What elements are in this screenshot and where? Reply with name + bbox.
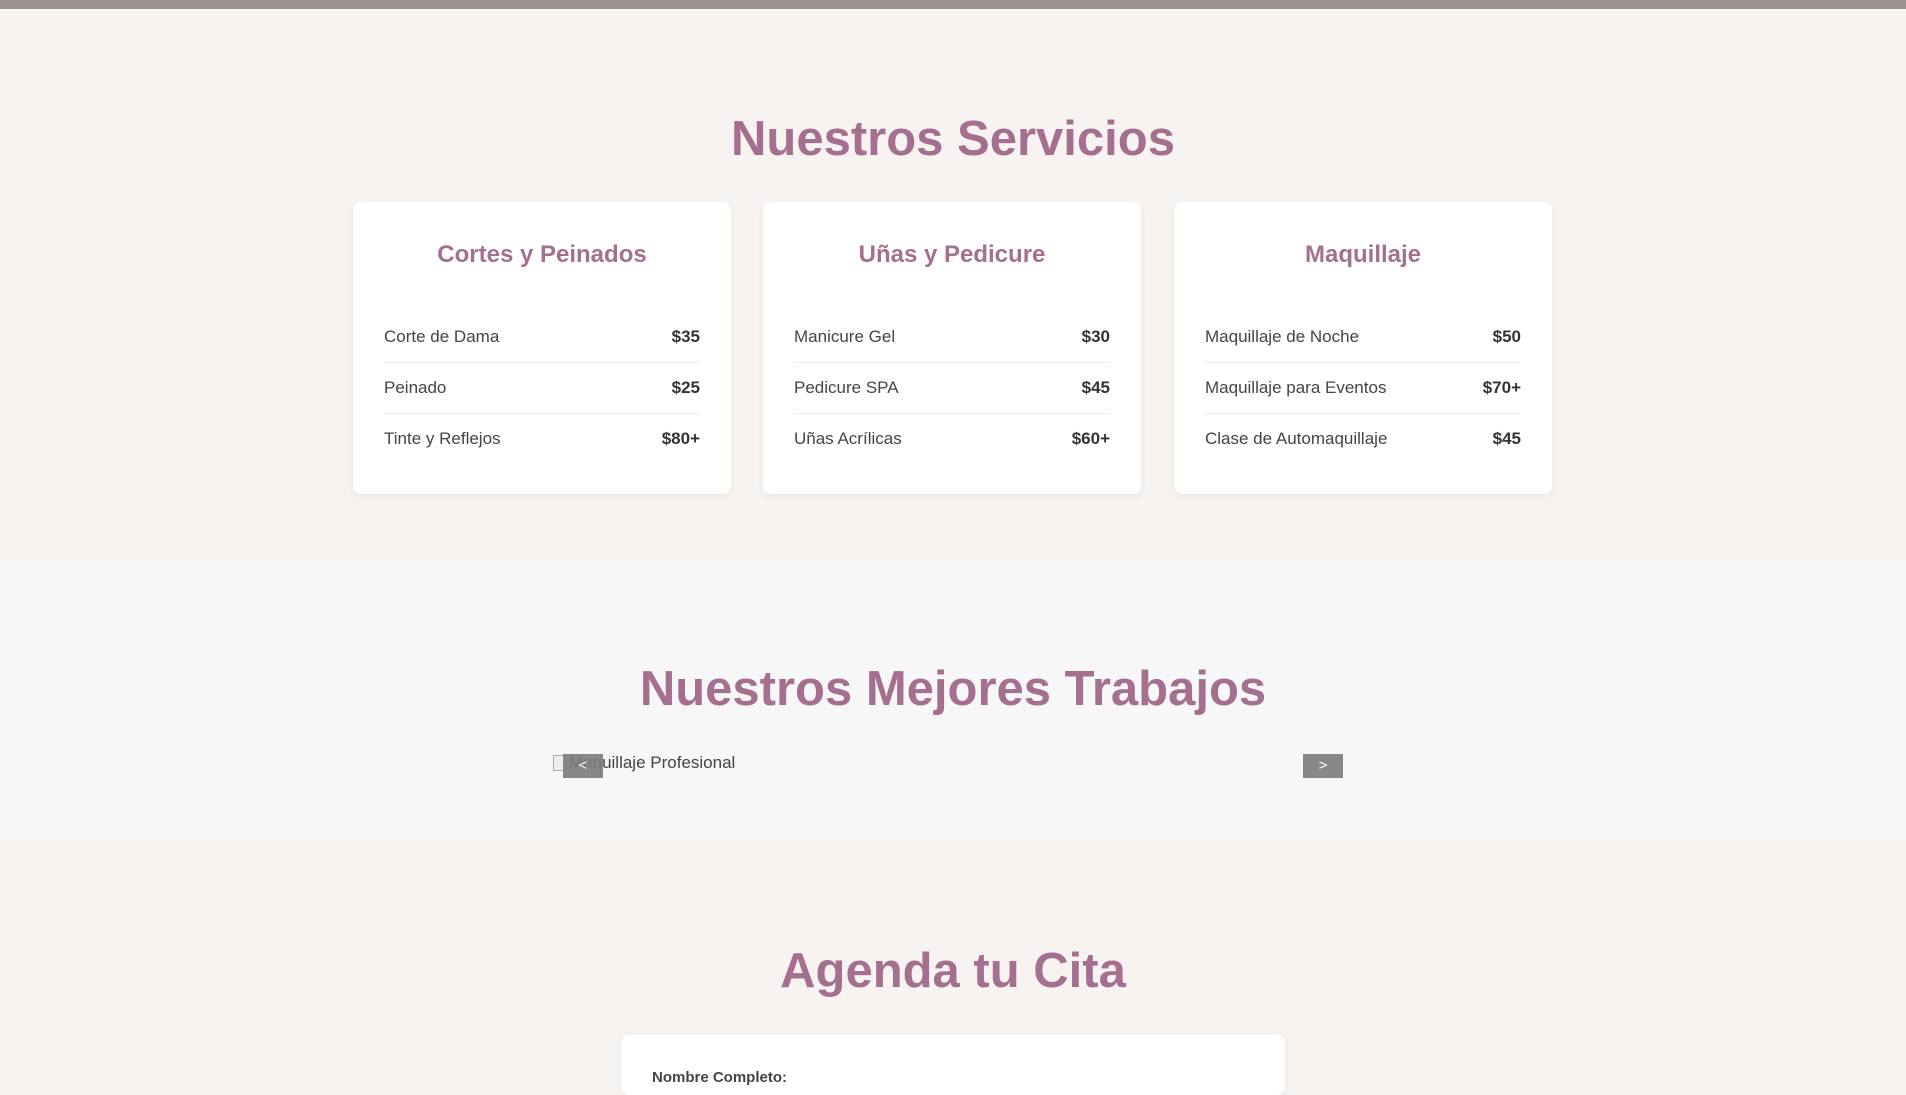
next-slide-button[interactable]: > — [1303, 754, 1343, 778]
service-price: $45 — [1081, 378, 1110, 397]
service-card-makeup: Maquillaje Maquillaje de Noche $50 Maqui… — [1174, 202, 1552, 494]
list-item: Maquillaje para Eventos $70+ — [1205, 363, 1521, 414]
service-name: Peinado — [384, 378, 447, 397]
list-item: Clase de Automaquillaje $45 — [1205, 414, 1521, 464]
list-item: Peinado $25 — [384, 363, 700, 414]
service-card-nails: Uñas y Pedicure Manicure Gel $30 Pedicur… — [763, 202, 1141, 494]
service-name: Clase de Automaquillaje — [1205, 429, 1388, 448]
service-price: $25 — [671, 378, 700, 397]
service-price: $50 — [1492, 327, 1521, 346]
top-header-edge — [0, 0, 1906, 9]
list-item: Uñas Acrílicas $60+ — [794, 414, 1110, 464]
list-item: Pedicure SPA $45 — [794, 363, 1110, 414]
service-card-title: Maquillaje — [1304, 241, 1422, 268]
service-price: $30 — [1081, 327, 1110, 346]
service-name: Manicure Gel — [794, 327, 896, 346]
prev-slide-button[interactable]: < — [563, 754, 603, 778]
service-name: Corte de Dama — [384, 327, 500, 346]
gallery-title: Nuestros Mejores Trabajos — [639, 662, 1267, 716]
list-item: Corte de Dama $35 — [384, 312, 700, 363]
list-item: Maquillaje de Noche $50 — [1205, 312, 1521, 363]
service-price: $80+ — [661, 429, 700, 448]
booking-title: Agenda tu Cita — [780, 944, 1126, 998]
list-item: Manicure Gel $30 — [794, 312, 1110, 363]
service-price: $45 — [1492, 429, 1521, 448]
service-card-hair: Cortes y Peinados Corte de Dama $35 Pein… — [353, 202, 731, 494]
service-card-title: Uñas y Pedicure — [858, 241, 1046, 268]
service-price: $70+ — [1482, 378, 1521, 397]
list-item: Tinte y Reflejos $80+ — [384, 414, 700, 464]
service-name: Uñas Acrílicas — [794, 429, 902, 448]
service-name: Tinte y Reflejos — [384, 429, 501, 448]
booking-form — [621, 1035, 1285, 1095]
services-title: Nuestros Servicios — [731, 112, 1175, 166]
service-name: Maquillaje para Eventos — [1205, 378, 1387, 397]
service-name: Maquillaje de Noche — [1205, 327, 1360, 346]
service-name: Pedicure SPA — [794, 378, 899, 397]
service-price: $35 — [671, 327, 700, 346]
service-card-title: Cortes y Peinados — [437, 241, 647, 268]
service-price: $60+ — [1071, 429, 1110, 448]
